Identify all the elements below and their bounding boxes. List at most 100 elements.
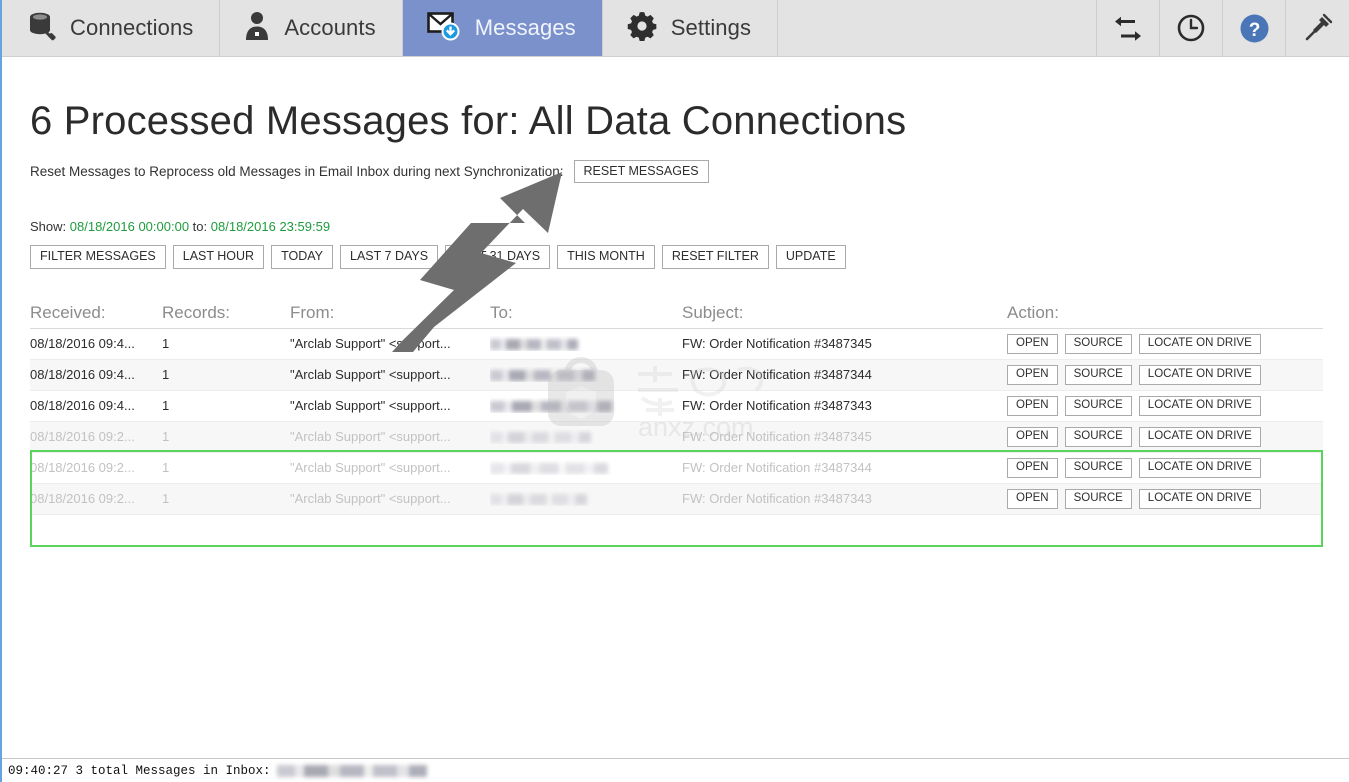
- cell-subject: FW: Order Notification #3487345: [682, 336, 872, 352]
- show-from-date: 08/18/2016 00:00:00: [69, 219, 190, 235]
- update-button[interactable]: UPDATE: [775, 245, 846, 269]
- table-row[interactable]: 08/18/2016 09:4... 1 "Arclab Support" <sup…: [30, 328, 1323, 360]
- cell-records: 1: [162, 398, 170, 414]
- cell-from: "Arclab Support" <support...: [290, 429, 451, 445]
- table-row[interactable]: 08/18/2016 09:4... 1 "Arclab Support" <sup…: [30, 390, 1323, 422]
- cell-subject: FW: Order Notification #3487343: [682, 398, 872, 414]
- cell-actions: OPEN SOURCE LOCATE ON DRIVE: [1007, 457, 1323, 478]
- cell-from: "Arclab Support" <support...: [290, 460, 451, 476]
- this-month-button[interactable]: THIS MONTH: [557, 245, 655, 269]
- database-icon: [26, 10, 56, 47]
- cell-received: 08/18/2016 09:2...: [30, 460, 135, 476]
- column-header-action: Action:: [1007, 302, 1059, 322]
- source-button[interactable]: SOURCE: [1064, 426, 1132, 447]
- source-button[interactable]: SOURCE: [1064, 364, 1132, 385]
- show-range-row: Show: 08/18/2016 00:00:00 to: 08/18/2016…: [30, 219, 1349, 234]
- source-button[interactable]: SOURCE: [1064, 333, 1132, 354]
- cell-received: 08/18/2016 09:2...: [30, 429, 135, 445]
- table-row[interactable]: 08/18/2016 09:4... 1 "Arclab Support" <sup…: [30, 359, 1323, 391]
- locate-on-drive-button[interactable]: LOCATE ON DRIVE: [1138, 395, 1261, 416]
- plug-pin-icon[interactable]: [1286, 0, 1349, 56]
- reset-messages-button[interactable]: RESET MESSAGES: [573, 160, 709, 184]
- table-header-row: Received: Records: From: To: Subject: Ac…: [30, 299, 1323, 329]
- column-header-records: Records:: [162, 302, 231, 322]
- tabbar-spacer: [778, 0, 1097, 56]
- cell-to: [490, 336, 682, 351]
- table-row[interactable]: 08/18/2016 09:2... 1 "Arclab Support" <sup…: [30, 421, 1323, 453]
- cell-records: 1: [162, 336, 170, 352]
- source-button[interactable]: SOURCE: [1064, 395, 1132, 416]
- clock-history-icon[interactable]: [1160, 0, 1223, 56]
- cell-records: 1: [162, 367, 170, 383]
- filter-messages-button[interactable]: FILTER MESSAGES: [30, 245, 166, 269]
- status-bar-text: 09:40:27 3 total Messages in Inbox:: [8, 763, 271, 778]
- open-button[interactable]: OPEN: [1007, 488, 1058, 509]
- column-header-to: To:: [490, 302, 513, 322]
- cell-subject: FW: Order Notification #3487345: [682, 429, 872, 445]
- tab-label: Accounts: [284, 15, 376, 40]
- envelope-download-icon: [426, 11, 461, 46]
- locate-on-drive-button[interactable]: LOCATE ON DRIVE: [1138, 333, 1261, 354]
- cell-actions: OPEN SOURCE LOCATE ON DRIVE: [1007, 364, 1323, 385]
- cell-received: 08/18/2016 09:4...: [30, 367, 135, 383]
- cell-to: [490, 460, 682, 475]
- cell-actions: OPEN SOURCE LOCATE ON DRIVE: [1007, 333, 1323, 354]
- open-button[interactable]: OPEN: [1007, 395, 1058, 416]
- locate-on-drive-button[interactable]: LOCATE ON DRIVE: [1138, 364, 1261, 385]
- locate-on-drive-button[interactable]: LOCATE ON DRIVE: [1138, 457, 1261, 478]
- cell-received: 08/18/2016 09:4...: [30, 336, 135, 352]
- tab-settings[interactable]: Settings: [602, 0, 779, 56]
- redacted-recipient: [490, 370, 595, 382]
- cell-from: "Arclab Support" <support...: [290, 336, 451, 352]
- cell-subject: FW: Order Notification #3487344: [682, 367, 872, 383]
- show-prefix-label: Show:: [30, 219, 67, 235]
- redacted-recipient: [490, 494, 587, 506]
- page-content: 6 Processed Messages for: All Data Conne…: [2, 99, 1349, 547]
- cell-received: 08/18/2016 09:4...: [30, 398, 135, 414]
- svg-text:?: ?: [1248, 20, 1260, 41]
- source-button[interactable]: SOURCE: [1064, 457, 1132, 478]
- cell-received: 08/18/2016 09:2...: [30, 491, 135, 507]
- table-row[interactable]: 08/18/2016 09:2... 1 "Arclab Support" <sup…: [30, 452, 1323, 484]
- cell-from: "Arclab Support" <support...: [290, 491, 451, 507]
- last-7-days-button[interactable]: LAST 7 DAYS: [340, 245, 439, 269]
- cell-records: 1: [162, 429, 170, 445]
- tab-accounts[interactable]: Accounts: [220, 0, 403, 56]
- application-window: Connections Accounts Messages Settings ?…: [0, 0, 1349, 782]
- column-header-received: Received:: [30, 302, 106, 322]
- redacted-recipient: [490, 401, 612, 413]
- table-row[interactable]: 08/18/2016 09:2... 1 "Arclab Support" <sup…: [30, 483, 1323, 515]
- show-to-date: 08/18/2016 23:59:59: [210, 219, 331, 235]
- today-button[interactable]: TODAY: [271, 245, 334, 269]
- tab-label: Settings: [670, 15, 752, 40]
- tab-label: Messages: [474, 15, 576, 40]
- tab-messages[interactable]: Messages: [402, 0, 603, 56]
- open-button[interactable]: OPEN: [1007, 364, 1058, 385]
- locate-on-drive-button[interactable]: LOCATE ON DRIVE: [1138, 488, 1261, 509]
- status-bar: 09:40:27 3 total Messages in Inbox:: [2, 758, 1349, 782]
- reset-filter-button[interactable]: RESET FILTER: [661, 245, 769, 269]
- table-body: 08/18/2016 09:4... 1 "Arclab Support" <sup…: [30, 328, 1323, 515]
- tab-label: Connections: [70, 15, 194, 40]
- cell-to: [490, 491, 682, 506]
- tab-connections[interactable]: Connections: [2, 0, 221, 56]
- cell-subject: FW: Order Notification #3487344: [682, 460, 872, 476]
- user-icon: [244, 10, 270, 47]
- help-question-icon[interactable]: ?: [1223, 0, 1286, 56]
- gear-icon: [627, 11, 657, 46]
- locate-on-drive-button[interactable]: LOCATE ON DRIVE: [1138, 426, 1261, 447]
- cell-records: 1: [162, 491, 170, 507]
- reset-messages-row: Reset Messages to Reprocess old Messages…: [30, 160, 1349, 184]
- cell-from: "Arclab Support" <support...: [290, 367, 451, 383]
- redacted-recipient: [490, 339, 578, 351]
- source-button[interactable]: SOURCE: [1064, 488, 1132, 509]
- last-31-days-button[interactable]: LAST 31 DAYS: [445, 245, 551, 269]
- open-button[interactable]: OPEN: [1007, 457, 1058, 478]
- column-header-subject: Subject:: [682, 302, 744, 322]
- open-button[interactable]: OPEN: [1007, 333, 1058, 354]
- open-button[interactable]: OPEN: [1007, 426, 1058, 447]
- sync-arrows-icon[interactable]: [1097, 0, 1160, 56]
- last-hour-button[interactable]: LAST HOUR: [172, 245, 265, 269]
- cell-records: 1: [162, 460, 170, 476]
- cell-actions: OPEN SOURCE LOCATE ON DRIVE: [1007, 488, 1323, 509]
